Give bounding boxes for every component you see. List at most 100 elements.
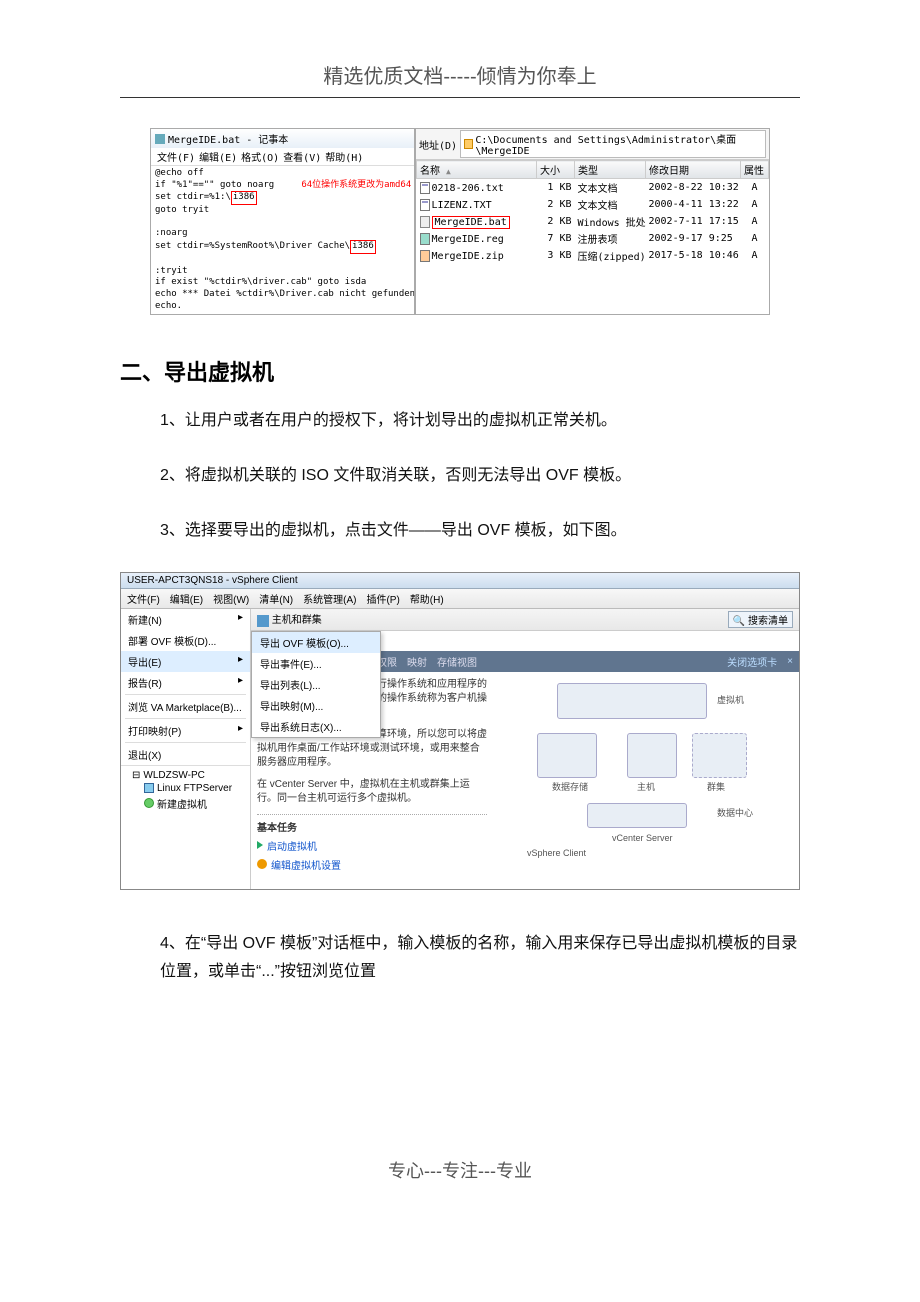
search-inventory-button[interactable]: 🔍 搜索清单 bbox=[728, 611, 793, 628]
file-row[interactable]: LIZENZ.TXT2 KB文本文档2000-4-11 13:22A bbox=[417, 196, 769, 213]
vmenu-edit[interactable]: 编辑(E) bbox=[170, 591, 203, 606]
tree-host[interactable]: Linux FTPServer bbox=[126, 782, 245, 795]
file-size: 3 KB bbox=[537, 247, 575, 264]
tree-newvm[interactable]: 新建虚拟机 bbox=[126, 795, 245, 812]
mi-print[interactable]: 打印映射(P)▸ bbox=[121, 720, 250, 741]
notepad-window: MergeIDE.bat - 记事本 文件(F) 编辑(E) 格式(O) 查看(… bbox=[150, 128, 415, 315]
smi-log[interactable]: 导出系统日志(X)... bbox=[252, 716, 380, 737]
col-attr[interactable]: 属性 bbox=[741, 161, 769, 179]
mi-new[interactable]: 新建(N)▸ bbox=[121, 609, 250, 630]
code-line: set ctdir=%1:\i386 bbox=[155, 191, 410, 205]
file-row[interactable]: 0218-206.txt1 KB文本文档2002-8-22 10:32A bbox=[417, 179, 769, 197]
file-name: MergeIDE.zip bbox=[432, 251, 504, 262]
vmenu-admin[interactable]: 系统管理(A) bbox=[303, 591, 356, 606]
mi-deploy[interactable]: 部署 OVF 模板(D)... bbox=[121, 630, 250, 651]
code-line: echo. bbox=[155, 301, 410, 313]
vmenu-file[interactable]: 文件(F) bbox=[127, 591, 160, 606]
lbl-vm: 虚拟机 bbox=[717, 693, 744, 706]
file-attr: A bbox=[741, 247, 769, 264]
tree-root[interactable]: ⊟ WLDZSW-PC bbox=[126, 769, 245, 782]
file-attr: A bbox=[741, 230, 769, 247]
col-date[interactable]: 修改日期 bbox=[646, 161, 741, 179]
menu-edit[interactable]: 编辑(E) bbox=[199, 149, 237, 164]
mi-exit[interactable]: 退出(X) bbox=[121, 744, 250, 765]
close-tab-link[interactable]: 关闭选项卡 bbox=[727, 654, 777, 669]
page-footer: 专心---专注---专业 bbox=[120, 1157, 800, 1183]
lbl-dc: 数据中心 bbox=[717, 806, 753, 819]
smi-map[interactable]: 导出映射(M)... bbox=[252, 695, 380, 716]
chevron-right-icon: ▸ bbox=[238, 723, 243, 738]
address-path-text: C:\Documents and Settings\Administrator\… bbox=[475, 131, 762, 157]
menu-help[interactable]: 帮助(H) bbox=[325, 149, 363, 164]
storage-graphic bbox=[537, 733, 597, 778]
file-row[interactable]: MergeIDE.reg7 KB注册表项2002-9-17 9:25A bbox=[417, 230, 769, 247]
file-type: 压缩(zipped)文件夹 bbox=[575, 247, 646, 264]
file-date: 2017-5-18 10:46 bbox=[646, 247, 741, 264]
paragraph-2: 2、将虚拟机关联的 ISO 文件取消关联，否则无法导出 OVF 模板。 bbox=[160, 462, 800, 491]
address-label: 地址(D) bbox=[419, 137, 457, 152]
col-type[interactable]: 类型 bbox=[575, 161, 646, 179]
mi-browse[interactable]: 浏览 VA Marketplace(B)... bbox=[121, 696, 250, 717]
toolbar-row: 主机和群集 🔍 搜索清单 bbox=[251, 609, 799, 631]
file-attr: A bbox=[741, 179, 769, 197]
file-name: LIZENZ.TXT bbox=[432, 200, 492, 211]
notepad-body[interactable]: @echo off if "%1"=="" goto noarg 64位操作系统… bbox=[151, 166, 414, 314]
lbl-client: vSphere Client bbox=[527, 848, 586, 858]
file-type: 注册表项 bbox=[575, 230, 646, 247]
play-icon bbox=[257, 841, 263, 849]
col-name[interactable]: 名称 ▲ bbox=[417, 161, 537, 179]
code-line: set ctdir=%SystemRoot%\Driver Cache\i386 bbox=[155, 240, 410, 254]
close-icon[interactable]: × bbox=[787, 656, 793, 667]
smi-ovf[interactable]: 导出 OVF 模板(O)... bbox=[252, 632, 380, 653]
file-date: 2002-9-17 9:25 bbox=[646, 230, 741, 247]
file-size: 1 KB bbox=[537, 179, 575, 197]
address-input[interactable]: C:\Documents and Settings\Administrator\… bbox=[460, 130, 766, 158]
address-bar: 地址(D) C:\Documents and Settings\Administ… bbox=[416, 129, 769, 160]
section-title: 二、导出虚拟机 bbox=[120, 355, 800, 387]
file-name: 0218-206.txt bbox=[432, 183, 504, 194]
code-line: @echo off bbox=[155, 168, 410, 180]
screenshot-notepad-explorer: MergeIDE.bat - 记事本 文件(F) 编辑(E) 格式(O) 查看(… bbox=[150, 128, 770, 315]
export-submenu: 导出 OVF 模板(O)... 导出事件(E)... 导出列表(L)... 导出… bbox=[251, 631, 381, 738]
code-line: :tryit bbox=[155, 266, 410, 278]
folder-icon bbox=[464, 139, 473, 149]
menu-file[interactable]: 文件(F) bbox=[157, 149, 195, 164]
notepad-menubar: 文件(F) 编辑(E) 格式(O) 查看(V) 帮助(H) bbox=[151, 148, 414, 166]
vmenu-plugin[interactable]: 插件(P) bbox=[366, 591, 399, 606]
notepad-title-text: MergeIDE.bat - 记事本 bbox=[168, 131, 288, 146]
file-row[interactable]: MergeIDE.zip 3 KB压缩(zipped)文件夹2017-5-18 1… bbox=[417, 247, 769, 264]
annotation-text: 64位操作系统更改为amd64 bbox=[301, 180, 411, 190]
col-size[interactable]: 大小 bbox=[537, 161, 575, 179]
highlighted-i386: i386 bbox=[350, 240, 376, 254]
tab[interactable]: 存储视图 bbox=[437, 654, 477, 669]
menu-format[interactable]: 格式(O) bbox=[241, 149, 279, 164]
mi-export[interactable]: 导出(E)▸ bbox=[121, 651, 250, 672]
smi-list[interactable]: 导出列表(L)... bbox=[252, 674, 380, 695]
vmenu-inv[interactable]: 清单(N) bbox=[259, 591, 293, 606]
file-date: 2002-8-22 10:32 bbox=[646, 179, 741, 197]
task-edit-vm[interactable]: 编辑虚拟机设置 bbox=[257, 857, 487, 872]
file-size: 2 KB bbox=[537, 213, 575, 230]
code-line: if "%1"=="" goto noarg 64位操作系统更改为amd64 bbox=[155, 180, 410, 192]
chevron-right-icon: ▸ bbox=[238, 612, 243, 627]
vmenu-view[interactable]: 视图(W) bbox=[213, 591, 249, 606]
gear-icon bbox=[257, 859, 267, 869]
crumb-text: 主机和群集 bbox=[272, 615, 322, 626]
explorer-window: 地址(D) C:\Documents and Settings\Administ… bbox=[415, 128, 770, 315]
smi-events[interactable]: 导出事件(E)... bbox=[252, 653, 380, 674]
vmenu-help[interactable]: 帮助(H) bbox=[410, 591, 444, 606]
tab[interactable]: 映射 bbox=[407, 654, 427, 669]
task-start-vm[interactable]: 启动虚拟机 bbox=[257, 838, 487, 853]
inventory-tree: ⊟ WLDZSW-PC Linux FTPServer 新建虚拟机 bbox=[121, 765, 250, 815]
host-graphic bbox=[627, 733, 677, 778]
mi-report[interactable]: 报告(R)▸ bbox=[121, 672, 250, 693]
menu-view[interactable]: 查看(V) bbox=[283, 149, 321, 164]
notepad-icon bbox=[155, 134, 165, 144]
vsphere-main: 主机和群集 🔍 搜索清单 导出 OVF 模板(O)... 导出事件(E)... … bbox=[251, 609, 799, 889]
file-row[interactable]: MergeIDE.bat2 KBWindows 批处理文件2002-7-11 1… bbox=[417, 213, 769, 230]
page-header: 精选优质文档-----倾情为你奉上 bbox=[120, 60, 800, 89]
lbl-storage: 数据存储 bbox=[552, 780, 588, 793]
paragraph-4: 4、在“导出 OVF 模板”对话框中，输入模板的名称，输入用来保存已导出虚拟机模… bbox=[160, 930, 800, 988]
hosts-icon bbox=[257, 615, 269, 627]
code-line: if exist "%ctdir%\driver.cab" goto isda bbox=[155, 277, 410, 289]
